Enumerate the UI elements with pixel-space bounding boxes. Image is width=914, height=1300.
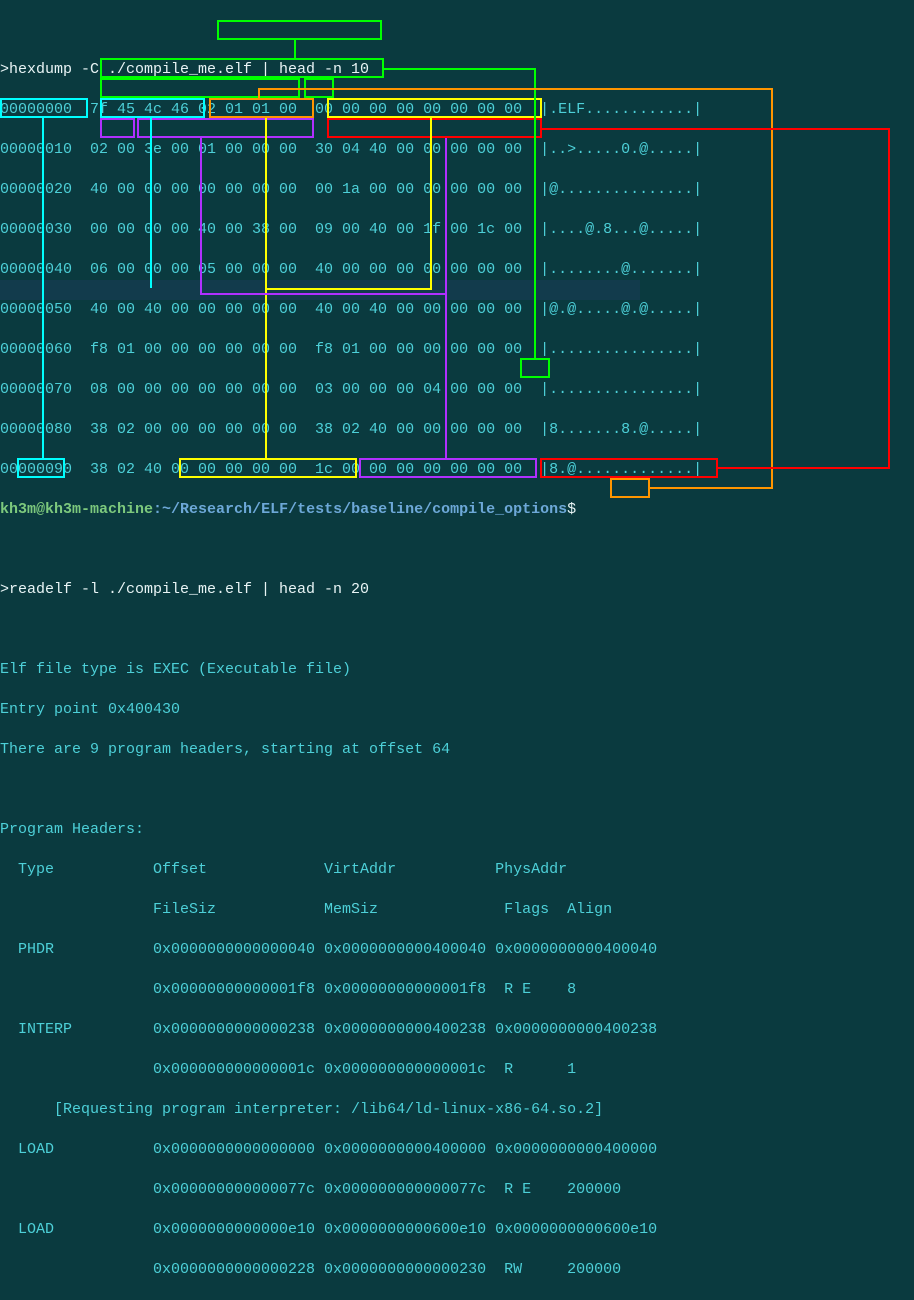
hexdump-row: 00000050 40 00 40 00 00 00 00 00 40 00 4… [0,300,914,320]
readelf-command: >readelf -l ./compile_me.elf | head -n 2… [0,580,914,600]
phdr-row: PHDR 0x0000000000000040 0x00000000004000… [0,940,914,960]
hexdump-row: 00000060 f8 01 00 00 00 00 00 00 f8 01 0… [0,340,914,360]
phdr-row: 0x00000000000001f8 0x00000000000001f8 R … [0,980,914,1000]
hexdump-row: 00000070 08 00 00 00 00 00 00 00 03 00 0… [0,380,914,400]
column-headers-1: Type Offset VirtAddr PhysAddr [0,860,914,880]
hexdump-row: 00000080 38 02 00 00 00 00 00 00 38 02 4… [0,420,914,440]
terminal-output: >hexdump -C ./compile_me.elf | head -n 1… [0,0,914,1300]
hexdump-row: 00000090 38 02 40 00 00 00 00 00 1c 00 0… [0,460,914,480]
interp-note: [Requesting program interpreter: /lib64/… [0,1100,914,1120]
elf-entry: Entry point 0x400430 [0,700,914,720]
interp-row: 0x000000000000001c 0x000000000000001c R … [0,1060,914,1080]
elf-headers-count: There are 9 program headers, starting at… [0,740,914,760]
prompt-sep: : [153,501,162,518]
blank-line [0,540,914,560]
hexdump-row: 00000020 40 00 00 00 00 00 00 00 00 1a 0… [0,180,914,200]
load-row: 0x0000000000000228 0x0000000000000230 RW… [0,1260,914,1280]
interp-row: INTERP 0x0000000000000238 0x000000000040… [0,1020,914,1040]
load-row: LOAD 0x0000000000000000 0x00000000004000… [0,1140,914,1160]
program-headers-title: Program Headers: [0,820,914,840]
prompt-line[interactable]: kh3m@kh3m-machine:~/Research/ELF/tests/b… [0,500,914,520]
prompt-dollar: $ [567,501,576,518]
command-highlight [0,280,640,300]
hexdump-command: >hexdump -C ./compile_me.elf | head -n 1… [0,60,914,80]
prompt-path: ~/Research/ELF/tests/baseline/compile_op… [162,501,567,518]
load-row: LOAD 0x0000000000000e10 0x0000000000600e… [0,1220,914,1240]
blank-line [0,780,914,800]
prompt-user: kh3m@kh3m-machine [0,501,153,518]
column-headers-2: FileSiz MemSiz Flags Align [0,900,914,920]
hexdump-row: 00000000 7f 45 4c 46 02 01 01 00 00 00 0… [0,100,914,120]
hexdump-row: 00000040 06 00 00 00 05 00 00 00 40 00 0… [0,260,914,280]
elf-filetype: Elf file type is EXEC (Executable file) [0,660,914,680]
hexdump-row: 00000030 00 00 00 00 40 00 38 00 09 00 4… [0,220,914,240]
load-row: 0x000000000000077c 0x000000000000077c R … [0,1180,914,1200]
blank-line [0,620,914,640]
hexdump-row: 00000010 02 00 3e 00 01 00 00 00 30 04 4… [0,140,914,160]
